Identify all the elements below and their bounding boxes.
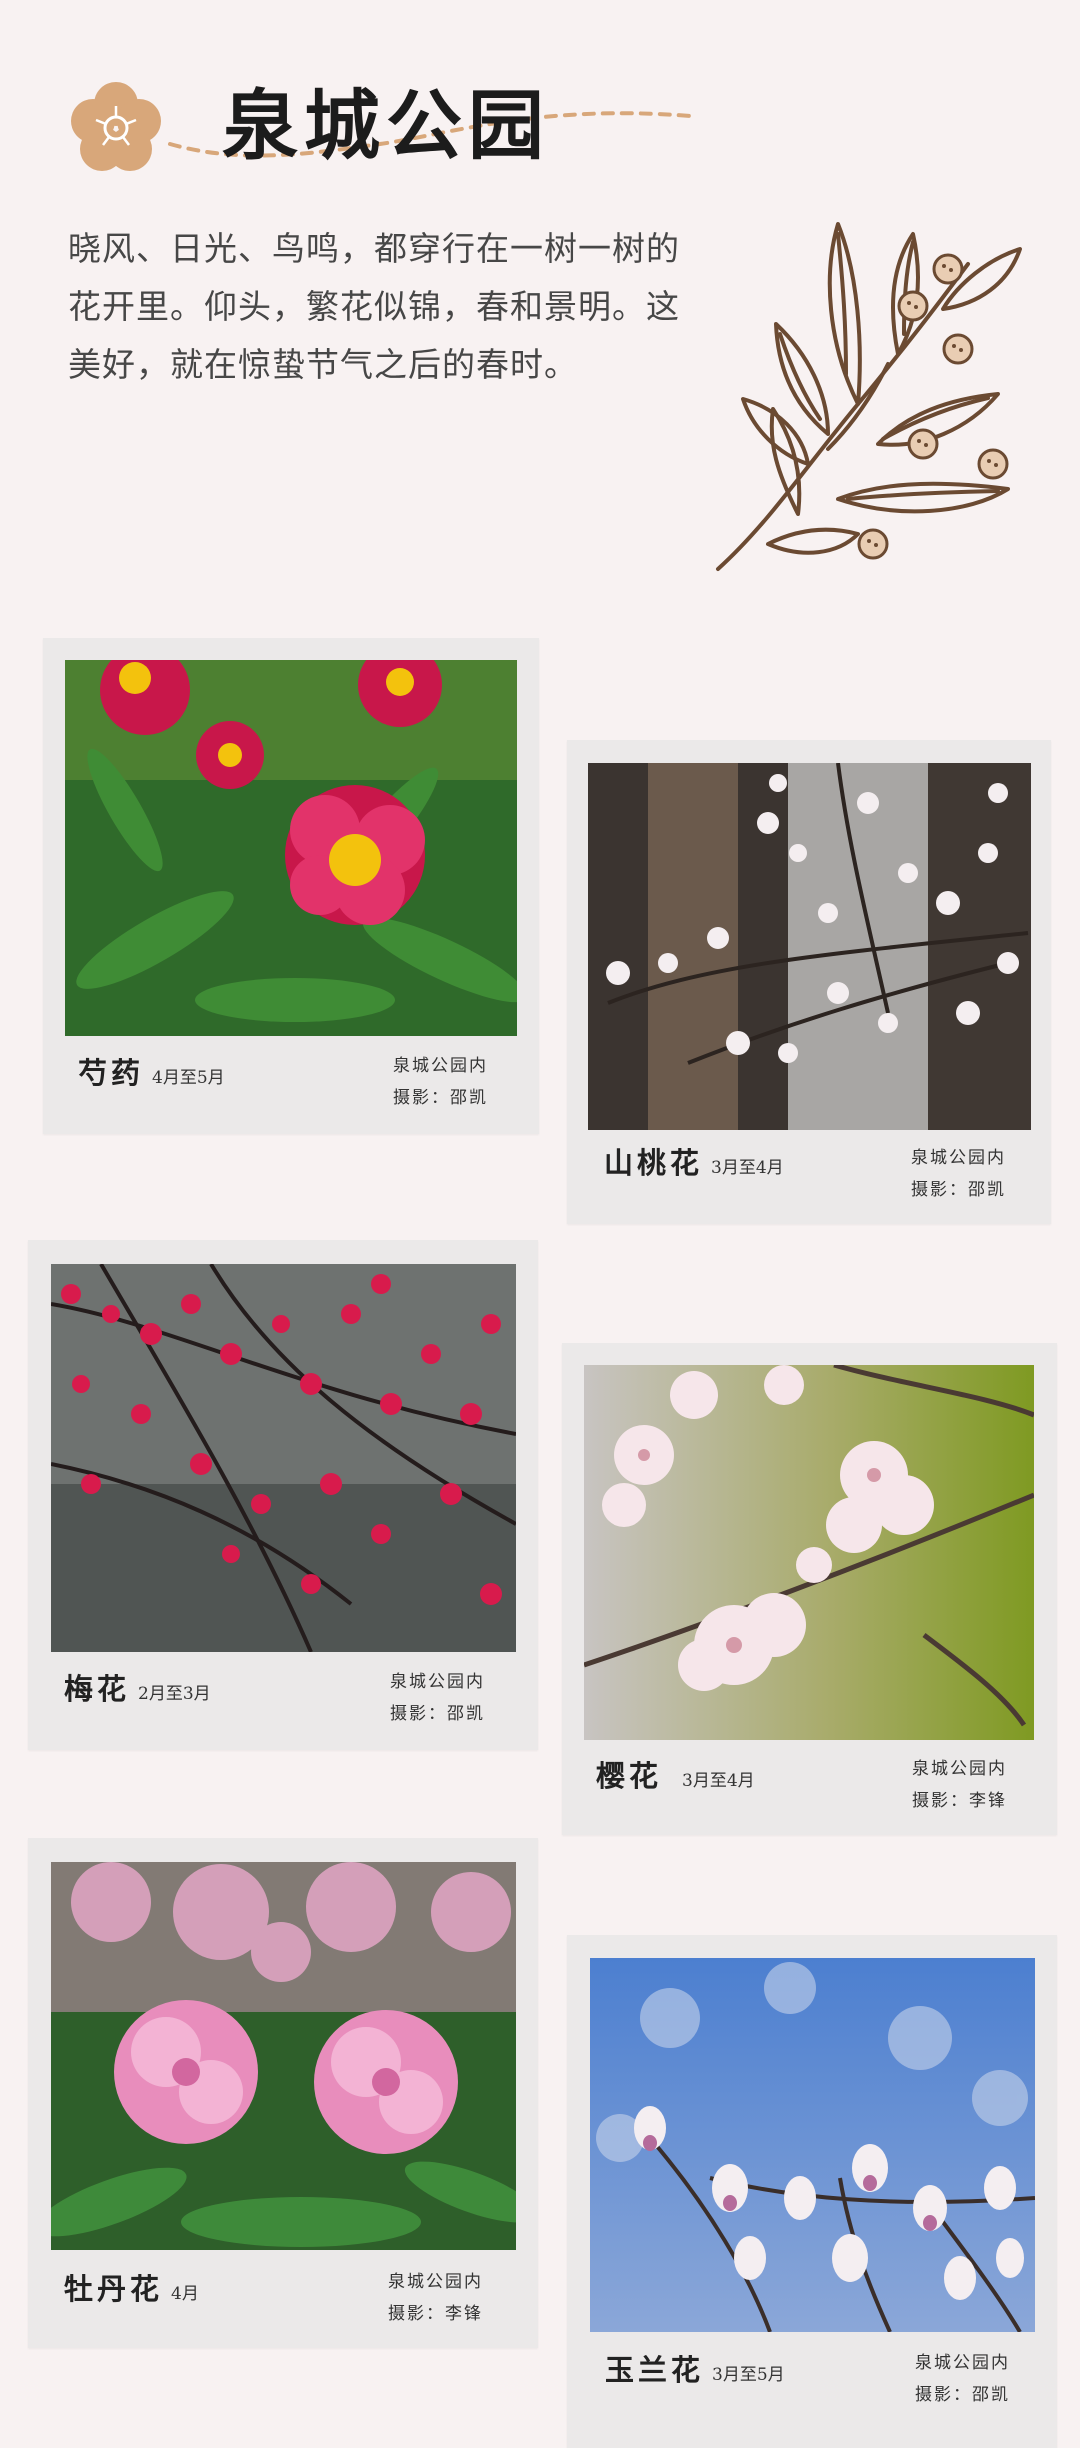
location-text: 泉城公园内 xyxy=(912,1759,1007,1779)
photographer-text: 摄影：邵凯 xyxy=(393,1088,488,1108)
photographer-text: 摄影：邵凯 xyxy=(911,1180,1006,1200)
header: 泉城公园 xyxy=(0,0,1080,220)
photo-credit: 泉城公园内 摄影：邵凯 xyxy=(915,2347,1010,2411)
bloom-date: 2月至3月 xyxy=(138,1684,211,1704)
flower-card-tree-peony: 牡丹花 4月 泉城公园内 摄影：李锋 xyxy=(28,1838,538,2348)
flower-name-text: 樱花 xyxy=(596,1759,663,1793)
photo-credit: 泉城公园内 摄影：邵凯 xyxy=(911,1142,1006,1206)
flower-card-peony-herb: 芍药 4月至5月 泉城公园内 摄影：邵凯 xyxy=(43,638,539,1134)
flower-name: 玉兰花 3月至5月 xyxy=(605,2347,785,2389)
flower-name-text: 牡丹花 xyxy=(64,2272,164,2306)
flower-card-plum: 梅花 2月至3月 泉城公园内 摄影：邵凯 xyxy=(28,1240,538,1750)
photo-shaoyao xyxy=(65,660,517,1036)
flower-name-text: 梅花 xyxy=(64,1672,131,1706)
intro-paragraph: 晓风、日光、鸟鸣，都穿行在一树一树的花开里。仰头，繁花似锦，春和景明。这美好，就… xyxy=(68,229,680,384)
photo-meihua xyxy=(51,1264,516,1652)
flower-name: 梅花 2月至3月 xyxy=(64,1666,211,1708)
photo-yinghua xyxy=(584,1365,1034,1740)
photo-credit: 泉城公园内 摄影：邵凯 xyxy=(393,1050,488,1114)
photo-yulanhua xyxy=(590,1958,1035,2332)
photographer-text: 摄影：李锋 xyxy=(388,2304,483,2324)
flower-name: 芍药 4月至5月 xyxy=(78,1050,225,1092)
flower-name: 樱花 3月至4月 xyxy=(596,1753,755,1795)
flower-icon xyxy=(71,82,161,171)
photographer-text: 摄影：邵凯 xyxy=(390,1704,485,1724)
photo-credit: 泉城公园内 摄影：李锋 xyxy=(912,1753,1007,1817)
page-title: 泉城公园 xyxy=(222,81,550,170)
flower-name-text: 山桃花 xyxy=(604,1146,704,1180)
flower-card-magnolia: 玉兰花 3月至5月 泉城公园内 摄影：邵凯 xyxy=(567,1935,1057,2448)
location-text: 泉城公园内 xyxy=(911,1148,1006,1168)
bloom-date: 4月至5月 xyxy=(152,1068,225,1088)
photographer-text: 摄影：邵凯 xyxy=(915,2385,1010,2405)
flower-card-cherry: 樱花 3月至4月 泉城公园内 摄影：李锋 xyxy=(562,1343,1057,1835)
location-text: 泉城公园内 xyxy=(393,1056,488,1076)
bloom-date: 3月至4月 xyxy=(711,1158,784,1178)
flower-card-wild-peach: 山桃花 3月至4月 泉城公园内 摄影：邵凯 xyxy=(567,740,1051,1224)
leaf-branch-icon xyxy=(716,222,1022,571)
bloom-date: 4月 xyxy=(171,2284,199,2304)
photo-mudanhua xyxy=(51,1862,516,2250)
photo-credit: 泉城公园内 摄影：李锋 xyxy=(388,2266,483,2330)
flower-name-text: 玉兰花 xyxy=(605,2353,705,2387)
location-text: 泉城公园内 xyxy=(915,2353,1010,2373)
photographer-text: 摄影：李锋 xyxy=(912,1791,1007,1811)
bloom-date: 3月至5月 xyxy=(712,2365,785,2385)
bloom-date: 3月至4月 xyxy=(682,1771,755,1791)
flower-name: 山桃花 3月至4月 xyxy=(604,1140,784,1182)
photo-credit: 泉城公园内 摄影：邵凯 xyxy=(390,1666,485,1730)
flower-name: 牡丹花 4月 xyxy=(64,2266,199,2308)
photo-shantaohua xyxy=(588,763,1031,1130)
flower-name-text: 芍药 xyxy=(78,1056,145,1090)
location-text: 泉城公园内 xyxy=(390,1672,485,1692)
location-text: 泉城公园内 xyxy=(388,2272,483,2292)
